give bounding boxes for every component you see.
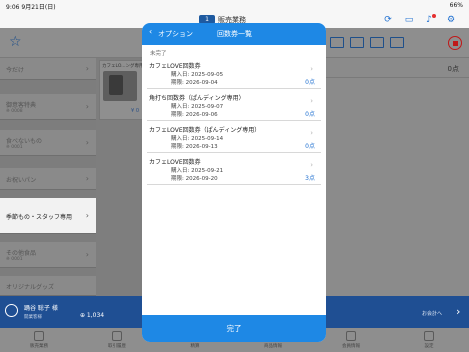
category-item-active[interactable]: 季節もの・スタッフ専用 ›	[0, 198, 96, 234]
status-time: 9:06 9月21日(日)	[6, 4, 56, 11]
avatar	[5, 304, 18, 317]
register-icon	[34, 331, 44, 341]
battery-level: 66%	[449, 2, 463, 9]
chevron-right-icon: ›	[85, 102, 89, 111]
modal-title: 回数券一覧	[217, 30, 252, 38]
ticket-purchase-date: 購入日: 2025-09-21	[171, 168, 224, 174]
chevron-right-icon: ›	[310, 129, 313, 137]
panel-icon[interactable]: ▭	[404, 15, 414, 25]
ticket-row[interactable]: カフェLOVE回数券（ぱんディング専用） 購入日: 2025-09-14 期限:…	[147, 123, 321, 153]
section-label: 未完了	[150, 51, 167, 57]
ticket-row[interactable]: カフェLOVE回数券 購入日: 2025-09-05 期限: 2026-09-0…	[147, 59, 321, 89]
product-price: ¥ 0	[131, 108, 139, 114]
chevron-right-icon: ›	[85, 64, 89, 73]
ticket-points: 0点	[305, 79, 315, 86]
chevron-right-icon: ›	[310, 161, 313, 169]
member-icon	[346, 331, 356, 341]
chevron-left-icon[interactable]: ‹	[149, 27, 152, 36]
ticket-points: 3点	[305, 175, 315, 182]
store-icon[interactable]	[350, 37, 364, 48]
ticket-name: カフェLOVE回数券	[149, 63, 201, 70]
customer-rank: 開業客様	[24, 315, 42, 320]
ticket-expiry-date: 期限: 2026-09-04	[171, 80, 218, 86]
ticket-name: 角打ち回数券（ぱんディング専用）	[149, 95, 245, 102]
tab-members[interactable]: 会員情報	[320, 328, 382, 352]
back-button[interactable]: オプション	[158, 29, 193, 39]
ticket-row[interactable]: カフェLOVE回数券 購入日: 2025-09-21 期限: 2026-09-2…	[147, 155, 321, 185]
ticket-icon[interactable]	[330, 37, 344, 48]
category-sidebar: 今だけ › 御意客特典 ※ 0008 › 食べないもの ※ 0001 › お祝い…	[0, 58, 96, 296]
product-grid: カフェLO...ング専用) ¥ 0	[96, 58, 146, 296]
order-panel: 0点	[326, 58, 469, 296]
ticket-purchase-date: 購入日: 2025-09-05	[171, 72, 224, 78]
product-image	[103, 71, 137, 101]
category-item[interactable]: お祝いパン ›	[0, 168, 96, 190]
chevron-right-icon: ›	[310, 97, 313, 105]
category-item[interactable]: 御意客特典 ※ 0008 ›	[0, 94, 96, 120]
checkout-label[interactable]: お会計へ	[422, 310, 442, 317]
card-icon[interactable]	[390, 37, 404, 48]
chevron-right-icon: ›	[85, 211, 89, 220]
ticket-name: カフェLOVE回数券	[149, 159, 201, 166]
ticket-purchase-date: 購入日: 2025-09-14	[171, 136, 224, 142]
settings-icon	[424, 331, 434, 341]
category-item[interactable]: その他食品 ※ 0001 ›	[0, 242, 96, 268]
chevron-right-icon: ›	[85, 138, 89, 147]
ticket-expiry-date: 期限: 2026-09-20	[171, 176, 218, 182]
category-item[interactable]: 今だけ ›	[0, 58, 96, 80]
ticket-points: 0点	[305, 143, 315, 150]
chevron-right-icon: ›	[85, 174, 89, 183]
order-total-row: 0点	[326, 58, 469, 78]
chevron-right-icon[interactable]: ›	[456, 305, 460, 318]
history-icon	[112, 331, 122, 341]
stop-icon[interactable]	[448, 36, 462, 50]
refresh-icon[interactable]: ⟳	[383, 15, 393, 25]
ticket-expiry-date: 期限: 2026-09-06	[171, 112, 218, 118]
ticket-purchase-date: 購入日: 2025-09-07	[171, 104, 224, 110]
ticket-points: 0点	[305, 111, 315, 118]
status-bar: 9:06 9月21日(日) 66%	[0, 0, 469, 12]
modal-header: ‹ オプション 回数券一覧	[142, 23, 326, 45]
customer-name: 踊谷 聡子 様	[24, 305, 58, 312]
tab-sales[interactable]: 販売業務	[8, 328, 70, 352]
customer-points: ⊕ 1,034	[80, 312, 105, 319]
delivery-icon[interactable]	[370, 37, 384, 48]
chevron-right-icon: ›	[85, 250, 89, 259]
notification-dot	[432, 14, 436, 18]
ticket-list-modal: ‹ オプション 回数券一覧 未完了 カフェLOVE回数券 購入日: 2025-0…	[142, 23, 326, 342]
ticket-name: カフェLOVE回数券（ぱんディング専用）	[149, 127, 261, 134]
product-name: カフェLO...ング専用)	[102, 64, 146, 69]
category-item[interactable]: 食べないもの ※ 0001 ›	[0, 130, 96, 156]
gear-icon[interactable]: ⚙	[446, 15, 456, 25]
order-total: 0点	[447, 65, 459, 73]
tab-settings[interactable]: 設定	[398, 328, 460, 352]
star-icon[interactable]: ☆	[9, 34, 22, 50]
category-item[interactable]: オリジナルグッズ	[0, 276, 96, 296]
chevron-right-icon: ›	[310, 65, 313, 73]
done-button[interactable]: 完了	[142, 315, 326, 342]
ticket-row[interactable]: 角打ち回数券（ぱんディング専用） 購入日: 2025-09-07 期限: 202…	[147, 91, 321, 121]
ticket-expiry-date: 期限: 2026-09-13	[171, 144, 218, 150]
tab-history[interactable]: 取引履歴	[86, 328, 148, 352]
product-card[interactable]: カフェLO...ング専用) ¥ 0	[99, 60, 146, 120]
